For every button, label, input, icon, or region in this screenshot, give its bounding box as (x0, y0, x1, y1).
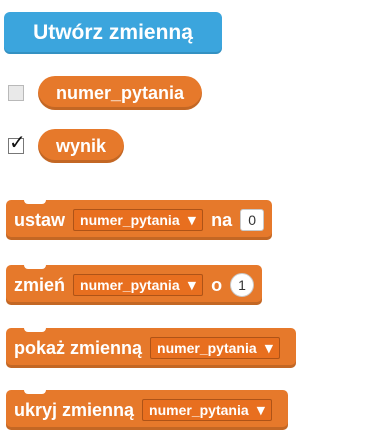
dropdown-value: numer_pytania (149, 402, 249, 418)
chevron-down-icon: ▼ (187, 278, 197, 292)
block-keyword: ukryj zmienną (14, 399, 135, 420)
make-variable-button[interactable]: Utwórz zmienną (4, 12, 222, 54)
variable-checkbox-numer-pytania[interactable] (8, 85, 24, 101)
chevron-down-icon: ▼ (264, 341, 274, 355)
variable-row-wynik: ✓ wynik (8, 129, 125, 163)
block-keyword: zmień (14, 274, 66, 295)
variable-row-numer-pytania: numer_pytania (8, 76, 203, 110)
variable-dropdown[interactable]: numer_pytania ▼ (73, 209, 204, 231)
value-input[interactable]: 0 (240, 209, 265, 231)
variable-dropdown[interactable]: numer_pytania ▼ (150, 337, 281, 359)
block-connector: na (211, 209, 233, 230)
dropdown-value: numer_pytania (80, 277, 180, 293)
hide-variable-block[interactable]: ukryj zmienną numer_pytania ▼ (6, 390, 289, 430)
check-icon: ✓ (9, 130, 26, 154)
dropdown-value: numer_pytania (157, 340, 257, 356)
change-variable-block[interactable]: zmień numer_pytania ▼ o 1 (6, 265, 263, 305)
variable-reporter-label: numer_pytania (56, 82, 185, 103)
chevron-down-icon: ▼ (187, 213, 197, 227)
make-variable-label: Utwórz zmienną (33, 21, 193, 44)
show-variable-block[interactable]: pokaż zmienną numer_pytania ▼ (6, 328, 297, 368)
variable-dropdown[interactable]: numer_pytania ▼ (142, 399, 273, 421)
block-connector: o (211, 274, 223, 295)
variable-checkbox-wynik[interactable]: ✓ (8, 132, 26, 154)
variable-reporter-wynik[interactable]: wynik (38, 129, 125, 163)
block-keyword: ustaw (14, 209, 66, 230)
chevron-down-icon: ▼ (256, 403, 266, 417)
block-keyword: pokaż zmienną (14, 337, 143, 358)
value-input[interactable]: 1 (230, 273, 255, 297)
set-variable-block[interactable]: ustaw numer_pytania ▼ na 0 (6, 200, 273, 240)
variable-reporter-label: wynik (56, 135, 107, 156)
dropdown-value: numer_pytania (80, 212, 180, 228)
variable-reporter-numer-pytania[interactable]: numer_pytania (38, 76, 203, 110)
variable-dropdown[interactable]: numer_pytania ▼ (73, 274, 204, 296)
